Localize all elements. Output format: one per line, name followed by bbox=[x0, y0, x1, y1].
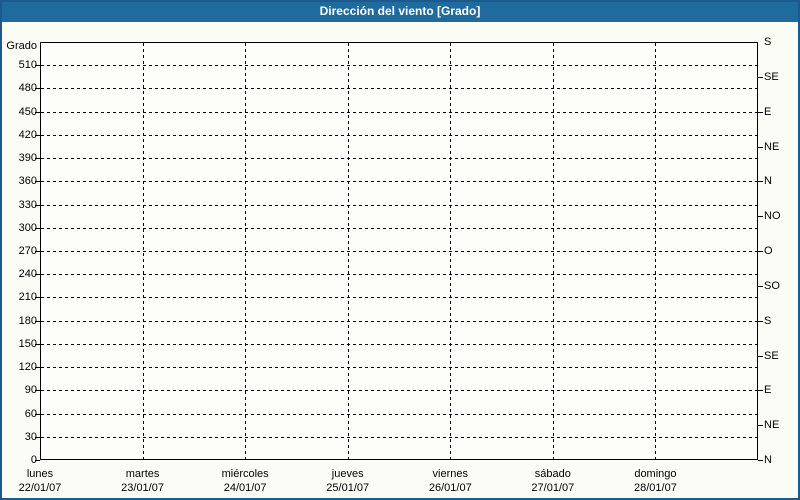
x-gridline bbox=[142, 43, 144, 459]
y-gridline bbox=[41, 320, 757, 322]
x-day-label: viernes bbox=[432, 468, 469, 480]
y-tick-label: 30 bbox=[24, 430, 37, 443]
compass-tick-label: E bbox=[764, 105, 772, 118]
y-gridline bbox=[41, 158, 757, 160]
x-day-label: jueves bbox=[331, 468, 364, 480]
y-gridline bbox=[41, 297, 757, 299]
compass-tick-label: S bbox=[764, 36, 772, 48]
y-tick-label: 330 bbox=[18, 198, 37, 211]
x-date-label: 23/01/07 bbox=[121, 482, 164, 494]
compass-tick-label: NO bbox=[764, 210, 781, 223]
x-gridline bbox=[450, 43, 452, 459]
wind-direction-chart-window: Dirección del viento [Grado] Grado 0 30 60… bbox=[0, 0, 800, 500]
x-day-label: martes bbox=[125, 468, 160, 480]
y-tick-label: 210 bbox=[18, 291, 37, 304]
y-gridline bbox=[41, 88, 757, 90]
y-gridline bbox=[41, 390, 757, 392]
compass-tick-label: SO bbox=[764, 279, 780, 292]
y-gridline bbox=[41, 274, 757, 276]
x-day-label: lunes bbox=[26, 468, 54, 480]
y-gridline bbox=[41, 111, 757, 113]
x-date-label: 25/01/07 bbox=[326, 482, 370, 494]
chart-title: Dirección del viento [Grado] bbox=[0, 0, 800, 22]
compass-axis-tick bbox=[758, 460, 763, 461]
y-tick-label: 60 bbox=[24, 407, 37, 420]
y-gridline bbox=[41, 251, 757, 252]
x-day-label: domingo bbox=[634, 468, 677, 480]
x-gridline bbox=[347, 43, 349, 459]
y-gridline bbox=[41, 134, 757, 136]
compass-tick-label: N bbox=[764, 175, 772, 188]
y-gridline bbox=[41, 436, 757, 438]
y-tick-label: 0 bbox=[30, 454, 37, 466]
compass-axis-tick bbox=[758, 76, 763, 78]
compass-axis-tick bbox=[758, 425, 763, 427]
x-date-label: 27/01/07 bbox=[531, 482, 575, 494]
y-axis-title: Grado bbox=[6, 40, 37, 52]
compass-tick-label: SE bbox=[764, 349, 779, 362]
compass-tick-label: E bbox=[764, 384, 772, 397]
plot-area bbox=[40, 42, 758, 460]
x-date-label: 28/01/07 bbox=[634, 482, 677, 494]
y-tick-label: 420 bbox=[18, 128, 37, 141]
compass-tick-label: N bbox=[764, 454, 772, 466]
y-gridline bbox=[41, 181, 757, 183]
y-gridline bbox=[41, 204, 757, 206]
y-tick-label: 390 bbox=[18, 152, 37, 165]
y-tick-label: 450 bbox=[18, 105, 37, 118]
compass-axis-tick bbox=[758, 216, 763, 218]
y-gridline bbox=[41, 65, 757, 67]
y-gridline bbox=[41, 343, 757, 345]
compass-tick-label: S bbox=[764, 314, 772, 327]
x-date-label: 24/01/07 bbox=[223, 482, 267, 494]
y-tick-label: 180 bbox=[18, 314, 37, 327]
x-date-label: 26/01/07 bbox=[428, 482, 472, 494]
y-tick-label: 300 bbox=[18, 221, 37, 234]
compass-axis-tick bbox=[758, 355, 763, 357]
compass-axis-tick bbox=[758, 285, 763, 287]
compass-axis-tick bbox=[758, 181, 763, 183]
y-tick-label: 360 bbox=[18, 175, 37, 188]
x-day-label: miércoles bbox=[221, 468, 269, 480]
y-gridline bbox=[41, 413, 757, 415]
y-tick-label: 480 bbox=[18, 82, 37, 95]
compass-axis-tick bbox=[758, 390, 763, 392]
compass-axis-tick bbox=[758, 111, 763, 113]
y-tick-label: 90 bbox=[24, 384, 37, 397]
compass-tick-label: O bbox=[764, 245, 773, 257]
compass-tick-label: NE bbox=[764, 140, 780, 153]
compass-axis-tick bbox=[758, 146, 763, 148]
y-tick-label: 150 bbox=[18, 337, 37, 350]
compass-tick-label: SE bbox=[764, 70, 779, 83]
y-tick-label: 510 bbox=[18, 59, 37, 72]
x-gridline bbox=[552, 43, 554, 459]
y-tick-label: 240 bbox=[18, 268, 37, 281]
x-gridline bbox=[245, 43, 247, 459]
y-gridline bbox=[41, 227, 757, 229]
compass-axis-tick bbox=[758, 251, 763, 252]
compass-axis-tick bbox=[758, 320, 763, 322]
x-day-label: sábado bbox=[534, 468, 571, 480]
y-tick-label: 120 bbox=[18, 361, 37, 374]
y-tick-label: 270 bbox=[18, 245, 37, 257]
compass-tick-label: NE bbox=[764, 419, 780, 432]
y-gridline bbox=[41, 367, 757, 369]
x-gridline bbox=[655, 43, 657, 459]
x-date-label: 22/01/07 bbox=[18, 482, 62, 494]
